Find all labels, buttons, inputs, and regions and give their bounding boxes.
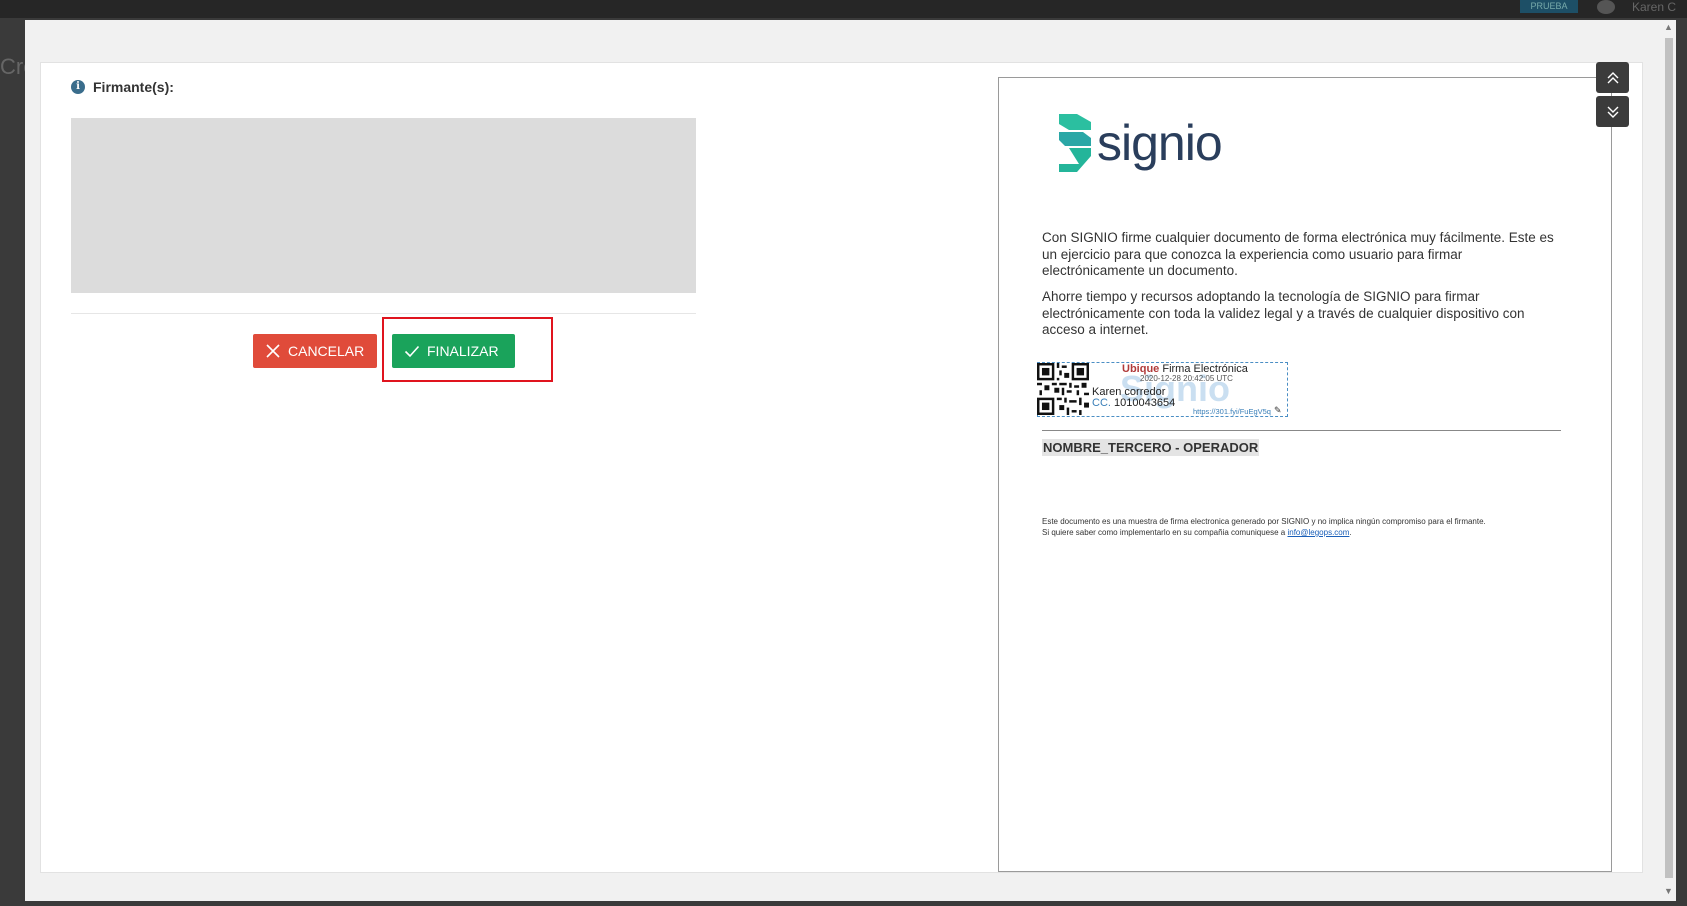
signature-pad[interactable]: [71, 118, 696, 293]
operator-placeholder: NOMBRE_TERCERO - OPERADOR: [1042, 439, 1260, 456]
finish-highlight-box: [382, 317, 553, 382]
scroll-bottom-button[interactable]: [1596, 96, 1629, 127]
info-icon: i: [71, 80, 85, 94]
user-name: Karen C: [1632, 0, 1677, 14]
signers-label: Firmante(s):: [93, 79, 174, 95]
signio-logo-mark-icon: [1059, 114, 1091, 172]
divider: [71, 313, 696, 314]
user-avatar-icon: [1597, 0, 1615, 14]
footer-line-2-suffix: .: [1349, 528, 1352, 537]
double-chevron-up-icon: [1607, 71, 1618, 83]
stamp-cc-prefix: CC.: [1092, 397, 1111, 409]
signers-header: i Firmante(s):: [71, 79, 174, 95]
scroll-up-arrow-icon[interactable]: ▲: [1664, 22, 1673, 32]
close-icon: [266, 344, 280, 358]
footer-email-link[interactable]: info@legops.com: [1287, 528, 1349, 537]
document-paragraph-2: Ahorre tiempo y recursos adoptando la te…: [1042, 289, 1525, 337]
scroll-down-arrow-icon[interactable]: ▼: [1664, 886, 1673, 896]
stamp-signer-id: CC. 1010043654: [1092, 397, 1175, 409]
qr-code-icon: [1037, 363, 1089, 415]
scroll-top-button[interactable]: [1596, 62, 1629, 93]
cancel-button-label: CANCELAR: [288, 343, 365, 359]
pen-icon: ✎: [1274, 405, 1282, 415]
environment-badge: PRUEBA: [1520, 0, 1578, 13]
stamp-cc-number: 1010043654: [1114, 397, 1176, 409]
cancel-button[interactable]: CANCELAR: [253, 334, 377, 368]
signio-logo-text: signio: [1097, 115, 1223, 171]
background-topbar: [0, 0, 1687, 18]
stamp-date: 2020-12-28 20:42:05 UTC: [1140, 374, 1233, 383]
scrollbar-thumb[interactable]: [1665, 38, 1673, 878]
footer-line-2: Si quiere saber como implementarlo en su…: [1042, 527, 1602, 538]
signature-line: [1042, 430, 1561, 431]
document-paragraph-1: Con SIGNIO firme cualquier documento de …: [1042, 230, 1554, 278]
footer-line-2-text: Si quiere saber como implementarlo en su…: [1042, 528, 1286, 537]
stamp-url: https://301.fyi/FuEgV5q: [1193, 407, 1271, 416]
footer-line-1: Este documento es una muestra de firma e…: [1042, 517, 1486, 526]
double-chevron-down-icon: [1607, 106, 1618, 118]
document-preview: [998, 77, 1612, 872]
document-footer: Este documento es una muestra de firma e…: [1042, 516, 1602, 538]
signio-logo: signio: [1055, 112, 1223, 174]
